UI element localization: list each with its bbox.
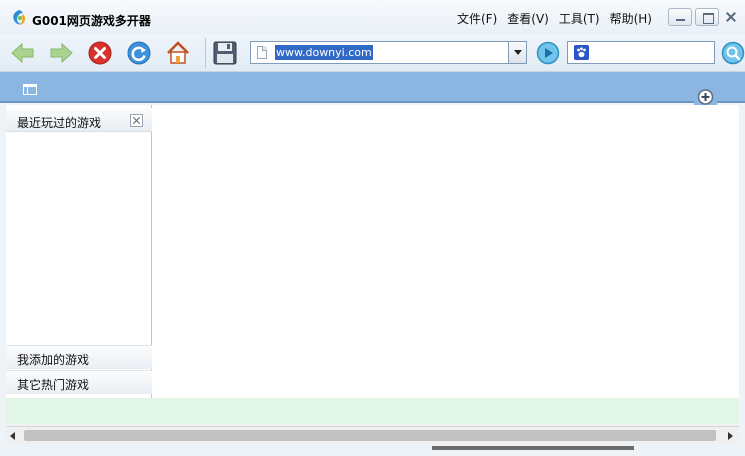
tab-strip <box>0 72 745 103</box>
scrollbar-thumb[interactable] <box>24 430 716 441</box>
section-hot-games-label: 其它热门游戏 <box>17 378 90 392</box>
section-added-games[interactable]: 我添加的游戏 <box>6 345 152 369</box>
menu-view[interactable]: 查看(V) <box>502 10 554 27</box>
menu-help[interactable]: 帮助(H) <box>605 10 657 27</box>
app-logo-icon <box>13 10 26 25</box>
menu-file[interactable]: 文件(F) <box>452 10 502 27</box>
back-arrow-icon[interactable] <box>10 40 36 66</box>
close-window-button[interactable] <box>722 8 738 26</box>
magnifier-icon[interactable] <box>721 41 745 65</box>
section-added-games-label: 我添加的游戏 <box>17 353 90 367</box>
home-icon[interactable] <box>165 40 191 66</box>
refresh-icon[interactable] <box>126 40 152 66</box>
recent-games-header: 最近玩过的游戏 <box>6 108 152 132</box>
window-controls <box>668 8 738 26</box>
bottom-edge-bar <box>432 446 634 450</box>
games-sidebar: 最近玩过的游戏 我添加的游戏 其它热门游戏 <box>6 105 152 398</box>
address-input[interactable]: www.downyi.com <box>275 45 373 60</box>
toolbar-separator <box>205 38 206 68</box>
scroll-left-arrow-icon[interactable] <box>10 432 15 440</box>
horizontal-scrollbar[interactable] <box>6 426 739 444</box>
app-title: G001网页游戏多开器 <box>32 14 151 28</box>
menu-tools[interactable]: 工具(T) <box>554 10 605 27</box>
sidebar-toggle-icon[interactable] <box>23 84 37 95</box>
stop-icon[interactable] <box>87 40 113 66</box>
browser-window: G001网页游戏多开器 文件(F) 查看(V) 工具(T) 帮助(H) www.… <box>0 0 745 456</box>
paw-icon[interactable] <box>574 45 589 60</box>
status-area <box>6 398 739 424</box>
page-icon <box>257 46 267 59</box>
minimize-button[interactable] <box>668 8 692 26</box>
address-dropdown-button[interactable] <box>508 42 526 63</box>
address-bar[interactable]: www.downyi.com <box>250 41 527 64</box>
close-panel-icon[interactable] <box>130 114 143 127</box>
maximize-button[interactable] <box>695 8 719 26</box>
section-hot-games[interactable]: 其它热门游戏 <box>6 370 152 394</box>
recent-games-title: 最近玩过的游戏 <box>17 116 102 130</box>
scroll-right-arrow-icon[interactable] <box>728 432 733 440</box>
title-bar: G001网页游戏多开器 文件(F) 查看(V) 工具(T) 帮助(H) <box>0 0 745 34</box>
save-icon[interactable] <box>212 40 238 66</box>
toolbar: www.downyi.com <box>0 34 745 72</box>
search-input[interactable] <box>567 41 715 64</box>
menu-bar: 文件(F) 查看(V) 工具(T) 帮助(H) <box>452 10 657 27</box>
go-arrow-icon[interactable] <box>536 41 560 65</box>
forward-arrow-icon[interactable] <box>48 40 74 66</box>
